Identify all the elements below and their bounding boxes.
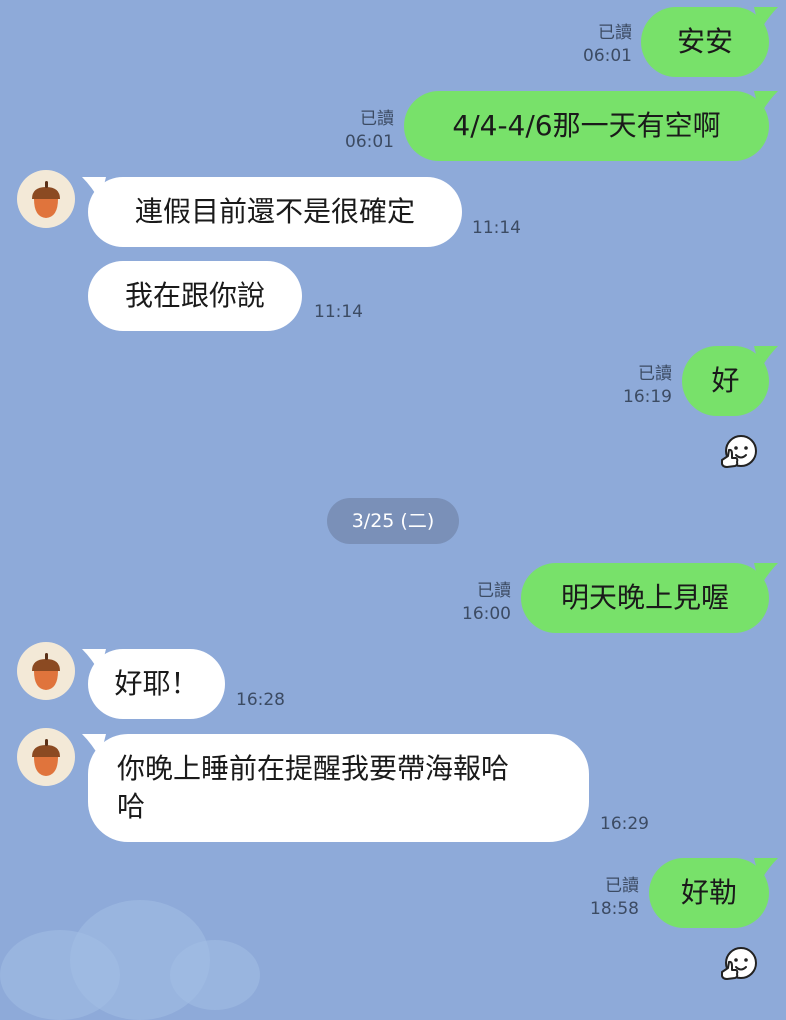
bubble-tail — [754, 346, 778, 370]
bubble-tail — [82, 177, 106, 201]
message-text: 我在跟你說 — [124, 279, 265, 312]
acorn-icon — [32, 739, 60, 776]
message-text-line: 哈 — [117, 790, 146, 823]
message-text: 安安 — [676, 25, 733, 58]
message-bubble[interactable]: 明天晚上見喔 — [521, 563, 769, 633]
message-time: 06:01 — [583, 46, 632, 66]
message-time: 16:00 — [462, 604, 511, 624]
bubble-tail — [754, 7, 778, 31]
message-text: 好 — [711, 364, 740, 397]
message-bubble[interactable]: 好耶！ — [88, 649, 225, 719]
message-bubble[interactable]: 安安 — [641, 7, 769, 77]
message-time: 16:19 — [623, 387, 672, 407]
message-meta: 已讀 18:58 — [567, 875, 639, 921]
bubble-tail — [82, 649, 106, 673]
message-bubble[interactable]: 你晚上睡前在提醒我要帶海報哈 哈 — [88, 734, 589, 842]
acorn-icon — [32, 653, 60, 690]
read-receipt: 已讀 — [477, 581, 511, 601]
message-time: 11:14 — [472, 218, 521, 238]
bubble-tail — [754, 91, 778, 115]
message-time: 11:14 — [314, 302, 363, 322]
acorn-icon — [32, 181, 60, 218]
chat-thread: 已讀 06:01 安安 已讀 06:01 4/4-4/6那一天有空啊 連假目前還… — [0, 0, 786, 1020]
message-meta: 已讀 16:00 — [439, 580, 511, 626]
read-receipt: 已讀 — [598, 23, 632, 43]
message-meta: 已讀 06:01 — [560, 22, 632, 68]
thumbs-up-face-icon[interactable] — [719, 432, 759, 472]
contact-avatar[interactable] — [17, 170, 75, 228]
message-bubble[interactable]: 4/4-4/6那一天有空啊 — [404, 91, 769, 161]
bubble-tail — [82, 734, 106, 758]
message-meta: 已讀 06:01 — [322, 108, 394, 154]
message-text-line: 你晚上睡前在提醒我要帶海報哈 — [117, 752, 510, 785]
message-text: 4/4-4/6那一天有空啊 — [452, 109, 721, 142]
bubble-tail — [754, 563, 778, 587]
message-text: 好耶！ — [114, 667, 199, 700]
message-text: 連假目前還不是很確定 — [134, 195, 415, 228]
message-text: 好勒 — [680, 876, 737, 909]
read-receipt: 已讀 — [638, 364, 672, 384]
message-time: 16:29 — [600, 814, 649, 834]
message-bubble[interactable]: 我在跟你說 — [88, 261, 302, 331]
message-time: 18:58 — [590, 899, 639, 919]
thumbs-up-face-icon[interactable] — [719, 944, 759, 984]
message-time: 06:01 — [345, 132, 394, 152]
contact-avatar[interactable] — [17, 642, 75, 700]
contact-avatar[interactable] — [17, 728, 75, 786]
message-bubble[interactable]: 連假目前還不是很確定 — [88, 177, 462, 247]
bubble-tail — [754, 858, 778, 882]
read-receipt: 已讀 — [360, 109, 394, 129]
message-bubble[interactable]: 好勒 — [649, 858, 769, 928]
date-separator: 3/25 (二) — [327, 498, 459, 544]
read-receipt: 已讀 — [605, 876, 639, 896]
message-time: 16:28 — [236, 690, 285, 710]
message-meta: 已讀 16:19 — [600, 363, 672, 409]
message-text: 明天晚上見喔 — [560, 581, 729, 614]
